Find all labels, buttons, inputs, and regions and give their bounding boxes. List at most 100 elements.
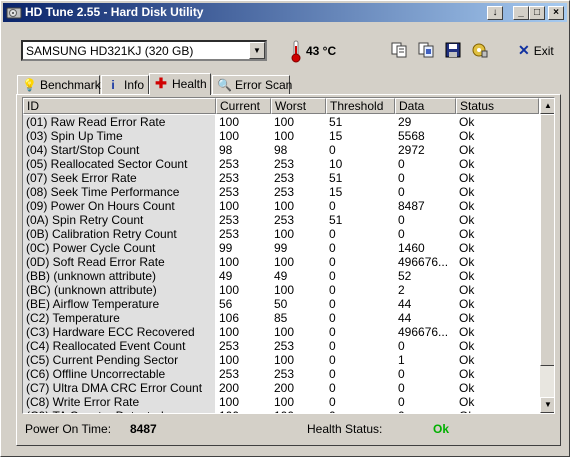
cell-current: 100	[219, 325, 240, 339]
cell-threshold: 0	[329, 325, 336, 339]
chevron-down-icon[interactable]: ▼	[249, 42, 265, 59]
drive-select[interactable]: SAMSUNG HD321KJ (320 GB) ▼	[21, 40, 267, 61]
cell-data: 8487	[398, 199, 425, 213]
lightbulb-icon: 💡	[22, 78, 37, 92]
info-icon: i	[111, 78, 115, 92]
save-icon[interactable]	[444, 41, 462, 59]
cell-id: (07) Seek Error Rate	[23, 171, 215, 185]
copy-text-icon[interactable]	[390, 41, 408, 59]
minimize-button[interactable]: _	[513, 6, 529, 20]
power-on-label: Power On Time:	[25, 422, 112, 436]
cell-data: 44	[398, 297, 412, 311]
table-row[interactable]: (0A) Spin Retry Count 253 253 51 0 Ok	[23, 213, 539, 227]
cell-status: Ok	[459, 171, 475, 185]
table-row[interactable]: (C6) Offline Uncorrectable 253 253 0 0 Ok	[23, 367, 539, 381]
cell-current: 100	[219, 129, 240, 143]
tab-error-scan[interactable]: 🔍 Error Scan	[212, 75, 292, 95]
cell-data: 1	[398, 353, 405, 367]
table-row[interactable]: (08) Seek Time Performance 253 253 15 0 Ok	[23, 185, 539, 199]
cell-id: (04) Start/Stop Count	[23, 143, 215, 157]
cell-threshold: 10	[329, 157, 343, 171]
cell-id: (C9) TA Counter Detected	[23, 409, 215, 413]
cell-current: 253	[219, 157, 240, 171]
options-icon[interactable]	[471, 41, 489, 59]
scroll-thumb[interactable]	[540, 114, 554, 366]
vertical-scrollbar[interactable]: ▲ ▼	[540, 98, 554, 413]
cell-current: 100	[216, 409, 271, 413]
exit-button[interactable]: ✕ Exit	[518, 42, 554, 59]
cell-threshold: 0	[329, 255, 336, 269]
table-row[interactable]: (C2) Temperature 106 85 0 44 Ok	[23, 311, 539, 325]
cell-id: (0A) Spin Retry Count	[23, 213, 215, 227]
table-row[interactable]: (C3) Hardware ECC Recovered 100 100 0 496676…	[23, 325, 539, 339]
cell-data: 0	[398, 381, 405, 395]
cell-id: (BE) Airflow Temperature	[23, 297, 215, 311]
scroll-down-icon[interactable]: ▼	[540, 397, 554, 413]
cell-id: (05) Reallocated Sector Count	[23, 157, 215, 171]
table-row[interactable]: (C7) Ultra DMA CRC Error Count 200 200 0 0 Ok	[23, 381, 539, 395]
column-header-current[interactable]: Current	[216, 98, 271, 114]
table-row[interactable]: (C8) Write Error Rate 100 100 0 0 Ok	[23, 395, 539, 409]
column-header-worst[interactable]: Worst	[271, 98, 326, 114]
table-row[interactable]: (0B) Calibration Retry Count 253 100 0 0 Ok	[23, 227, 539, 241]
health-cross-icon: ✚	[155, 75, 167, 91]
cell-status: Ok	[459, 297, 475, 311]
table-row[interactable]: (03) Spin Up Time 100 100 15 5568 Ok	[23, 129, 539, 143]
table-row[interactable]: (BE) Airflow Temperature 56 50 0 44 Ok	[23, 297, 539, 311]
cell-threshold: 0	[329, 269, 336, 283]
cell-current: 98	[219, 143, 233, 157]
cell-status: Ok	[459, 227, 475, 241]
cell-worst: 253	[274, 213, 295, 227]
table-row[interactable]: (09) Power On Hours Count 100 100 0 8487 Ok	[23, 199, 539, 213]
maximize-button[interactable]: □	[529, 6, 545, 20]
magnifier-icon: 🔍	[217, 78, 232, 92]
tab-benchmark[interactable]: 💡 Benchmark	[17, 75, 101, 95]
close-x-icon: ✕	[518, 42, 530, 58]
cell-worst: 100	[274, 129, 295, 143]
table-row[interactable]: (05) Reallocated Sector Count 253 253 10 0 Ok	[23, 157, 539, 171]
cell-status: Ok	[459, 143, 475, 157]
cell-worst: 100	[274, 115, 295, 129]
cell-id: (C3) Hardware ECC Recovered	[23, 325, 215, 339]
smart-attributes-table[interactable]: ID Current Worst Threshold Data Status (…	[22, 97, 555, 414]
cell-status: Ok	[456, 409, 539, 413]
tab-health[interactable]: ✚ Health	[149, 73, 211, 95]
cell-status: Ok	[459, 115, 475, 129]
cell-id: (BB) (unknown attribute)	[23, 269, 215, 283]
cell-status: Ok	[459, 381, 475, 395]
title-bar[interactable]: HD Tune 2.55 - Hard Disk Utility ↓ _ □ ×	[3, 3, 567, 22]
cell-data: 29	[398, 115, 412, 129]
cell-current: 100	[219, 283, 240, 297]
cell-threshold: 0	[329, 339, 336, 353]
table-row[interactable]: (C5) Current Pending Sector 100 100 0 1 Ok	[23, 353, 539, 367]
cell-data: 496676...	[398, 255, 449, 269]
close-button[interactable]: ×	[548, 6, 564, 20]
table-row[interactable]: (BB) (unknown attribute) 49 49 0 52 Ok	[23, 269, 539, 283]
tab-benchmark-label: Benchmark	[40, 78, 101, 92]
table-row[interactable]: (0C) Power Cycle Count 99 99 0 1460 Ok	[23, 241, 539, 255]
copy-screenshot-icon[interactable]	[417, 41, 435, 59]
cell-data: 2972	[398, 143, 425, 157]
column-header-id[interactable]: ID	[23, 98, 216, 114]
system-menu-button[interactable]: ↓	[487, 6, 503, 20]
table-row[interactable]: (04) Start/Stop Count 98 98 0 2972 Ok	[23, 143, 539, 157]
cell-data: 0	[395, 409, 456, 413]
cell-current: 106	[219, 311, 240, 325]
tab-info[interactable]: i Info	[101, 75, 149, 95]
column-header-data[interactable]: Data	[395, 98, 456, 114]
cell-worst: 100	[274, 283, 295, 297]
scroll-up-icon[interactable]: ▲	[540, 98, 554, 114]
cell-threshold: 0	[329, 199, 336, 213]
exit-label: Exit	[533, 44, 554, 58]
cell-data: 44	[398, 311, 412, 325]
table-row[interactable]: (C4) Reallocated Event Count 253 253 0 0 Ok	[23, 339, 539, 353]
table-row[interactable]: (C9) TA Counter Detected10010000Ok	[23, 409, 539, 413]
column-header-status[interactable]: Status	[456, 98, 539, 114]
table-row[interactable]: (07) Seek Error Rate 253 253 51 0 Ok	[23, 171, 539, 185]
table-row[interactable]: (BC) (unknown attribute) 100 100 0 2 Ok	[23, 283, 539, 297]
cell-id: (C8) Write Error Rate	[23, 395, 215, 409]
cell-current: 100	[219, 353, 240, 367]
table-row[interactable]: (01) Raw Read Error Rate 100 100 51 29 Ok	[23, 115, 539, 129]
table-row[interactable]: (0D) Soft Read Error Rate 100 100 0 496676..…	[23, 255, 539, 269]
column-header-threshold[interactable]: Threshold	[326, 98, 395, 114]
